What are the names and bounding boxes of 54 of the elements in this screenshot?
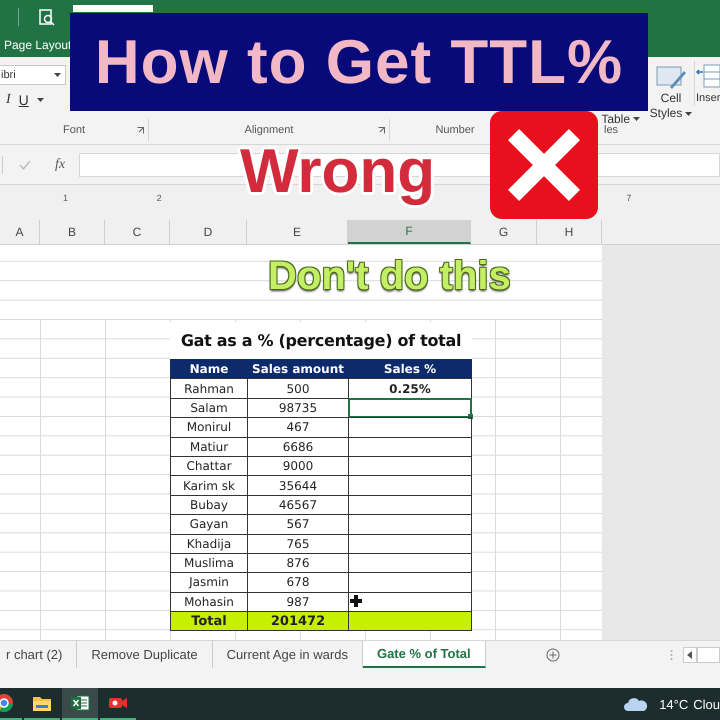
format-as-table-button[interactable]: Table (601, 112, 640, 126)
caret-icon (685, 112, 692, 116)
column-header[interactable]: A (0, 220, 40, 244)
weather-text: Clou (693, 696, 720, 712)
ribbon-tab[interactable]: Page Layout (4, 38, 72, 52)
column-heading: Sales amount (247, 359, 349, 380)
insert-function-button[interactable]: fx (55, 156, 66, 172)
horizontal-scrollbar[interactable] (696, 646, 720, 662)
column-heading: Sales % (348, 359, 472, 380)
column-heading: Name (170, 359, 248, 380)
warning-text: Don't do this (268, 253, 511, 300)
column-header[interactable]: G (471, 220, 537, 244)
check-icon[interactable] (19, 160, 31, 170)
ruler-number: 1 (63, 193, 70, 203)
table-cell: 201472 (247, 611, 349, 632)
table-cell: Rahman (170, 378, 248, 399)
cloud-icon (623, 696, 650, 712)
column-header[interactable]: H (537, 220, 602, 244)
taskbar-app[interactable] (62, 688, 98, 720)
column-header[interactable]: F (348, 220, 471, 244)
table-cell: Total (170, 611, 248, 632)
scroll-left-icon[interactable] (682, 646, 697, 662)
headline-banner: How to Get TTL% (70, 13, 648, 111)
print-preview-icon[interactable] (37, 8, 55, 26)
font-field[interactable]: ibri (0, 65, 66, 85)
temperature-text: 14°C (659, 696, 688, 712)
table-title: Gat as a % (percentage) of total (180, 330, 462, 352)
table-cell[interactable] (348, 398, 472, 418)
underline-button[interactable]: U (18, 92, 29, 108)
table-cell[interactable]: 0.25% (348, 378, 472, 399)
group-label: Font (62, 124, 85, 136)
group-label: les (604, 124, 618, 136)
column-header[interactable]: C (105, 220, 170, 244)
dialog-launcher-icon[interactable] (378, 127, 385, 134)
verdict-text: Wrong (240, 141, 436, 203)
caret-icon (633, 117, 640, 121)
spreadsheet-icon (70, 693, 90, 713)
column-header[interactable]: B (40, 220, 105, 244)
caret-icon (36, 98, 44, 102)
browser-icon (0, 693, 14, 713)
group-label: Number (435, 124, 475, 136)
ruler-number: 7 (626, 193, 632, 203)
italic-button[interactable]: I (6, 92, 11, 108)
ruler-number: 2 (156, 193, 163, 203)
cell-styles-button[interactable]: Cell Styles (648, 61, 694, 121)
cross-cursor-icon (350, 595, 362, 607)
column-header[interactable]: D (170, 220, 247, 244)
group-label: Alignment (244, 124, 294, 136)
dialog-launcher-icon[interactable] (137, 127, 144, 134)
caret-icon (54, 73, 61, 77)
insert-button[interactable]: Inser (694, 61, 720, 106)
sheet-tab[interactable]: Gate % of Total (362, 641, 486, 668)
add-sheet-icon[interactable] (546, 648, 560, 662)
table-cell[interactable] (348, 417, 472, 438)
